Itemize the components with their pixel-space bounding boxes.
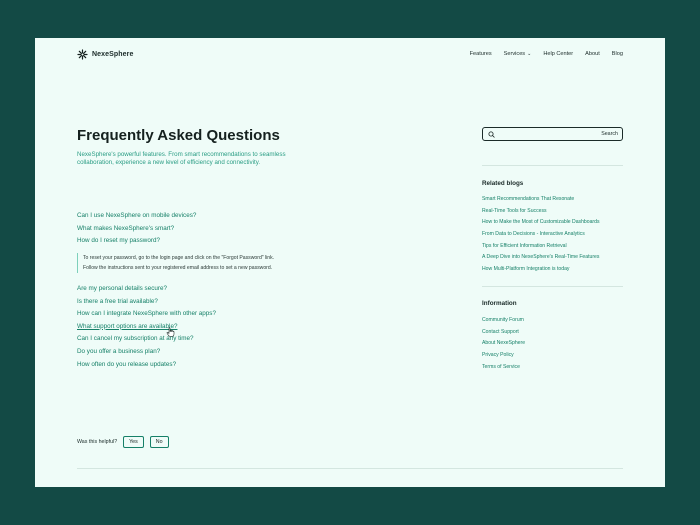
nav-help-center[interactable]: Help Center bbox=[543, 51, 573, 57]
related-blog-link[interactable]: From Data to Decisions - Interactive Ana… bbox=[482, 231, 600, 243]
feedback-label: Was this helpful? bbox=[77, 439, 118, 445]
faq-answer-line: Follow the instructions sent to your reg… bbox=[83, 265, 273, 271]
nav-services-label: Services bbox=[503, 51, 526, 57]
nav-about[interactable]: About bbox=[585, 51, 600, 57]
related-blog-link[interactable]: Smart Recommendations That Resonate bbox=[482, 196, 600, 208]
related-blog-link[interactable]: How Multi-Platform Integration is today bbox=[482, 266, 600, 278]
yes-button[interactable]: Yes bbox=[123, 436, 144, 448]
related-blog-link[interactable]: How to Make the Most of Customizable Das… bbox=[482, 219, 600, 231]
page-title: Frequently Asked Questions bbox=[77, 127, 280, 144]
hand-pointer-cursor-icon bbox=[166, 327, 175, 337]
faq-list-top: Can I use NexeSphere on mobile devices? … bbox=[77, 212, 196, 251]
nav-blog[interactable]: Blog bbox=[612, 51, 623, 57]
no-button[interactable]: No bbox=[149, 436, 169, 448]
information-heading: Information bbox=[482, 300, 517, 307]
information-list: Community Forum Contact Support About Ne… bbox=[482, 317, 525, 375]
search-input[interactable] bbox=[498, 129, 588, 139]
faq-answer-line: To reset your password, go to the login … bbox=[83, 255, 275, 261]
brand-logo[interactable]: NexeSphere bbox=[77, 49, 133, 60]
page-subtitle: NexeSphere's powerful features. From sma… bbox=[77, 151, 286, 167]
related-blog-link[interactable]: Tips for Efficient Information Retrieval bbox=[482, 243, 600, 255]
feedback-row: Was this helpful? Yes No bbox=[77, 436, 169, 448]
search-bar: Search bbox=[482, 127, 623, 141]
top-navigation: NexeSphere Features Services ⌄ Help Cente… bbox=[35, 38, 665, 72]
sidebar-divider bbox=[482, 286, 623, 287]
information-link[interactable]: Community Forum bbox=[482, 317, 525, 329]
faq-question[interactable]: Do you offer a business plan? bbox=[77, 348, 216, 362]
related-blog-link[interactable]: A Deep Dive into NexeSphere's Real-Time … bbox=[482, 254, 600, 266]
page-card: NexeSphere Features Services ⌄ Help Cente… bbox=[35, 38, 665, 487]
search-button[interactable]: Search bbox=[601, 131, 618, 137]
related-blog-link[interactable]: Real-Time Tools for Success bbox=[482, 208, 600, 220]
faq-question[interactable]: How often do you release updates? bbox=[77, 361, 216, 375]
faq-list-bottom: Are my personal details secure? Is there… bbox=[77, 285, 216, 375]
faq-question[interactable]: Are my personal details secure? bbox=[77, 285, 216, 299]
information-link[interactable]: Contact Support bbox=[482, 329, 525, 341]
related-blogs-list: Smart Recommendations That Resonate Real… bbox=[482, 196, 600, 278]
sunburst-logo-icon bbox=[77, 49, 88, 60]
information-link[interactable]: Terms of Service bbox=[482, 364, 525, 376]
brand-name: NexeSphere bbox=[92, 51, 134, 58]
nav-services[interactable]: Services ⌄ bbox=[504, 51, 532, 57]
sidebar-divider bbox=[482, 165, 623, 166]
related-blogs-heading: Related blogs bbox=[482, 180, 524, 187]
nav-links: Features Services ⌄ Help Center About Blo… bbox=[470, 51, 623, 57]
chevron-down-icon: ⌄ bbox=[527, 51, 532, 57]
faq-question-expanded[interactable]: How do I reset my password? bbox=[77, 238, 196, 251]
nav-features[interactable]: Features bbox=[470, 51, 492, 57]
information-link[interactable]: Privacy Policy bbox=[482, 352, 525, 364]
faq-answer: To reset your password, go to the login … bbox=[77, 253, 274, 273]
faq-question[interactable]: How can I integrate NexeSphere with othe… bbox=[77, 311, 216, 324]
search-icon bbox=[488, 131, 495, 138]
information-link[interactable]: About NexeSphere bbox=[482, 340, 525, 352]
footer-divider bbox=[77, 468, 623, 469]
faq-question[interactable]: Can I use NexeSphere on mobile devices? bbox=[77, 212, 196, 226]
